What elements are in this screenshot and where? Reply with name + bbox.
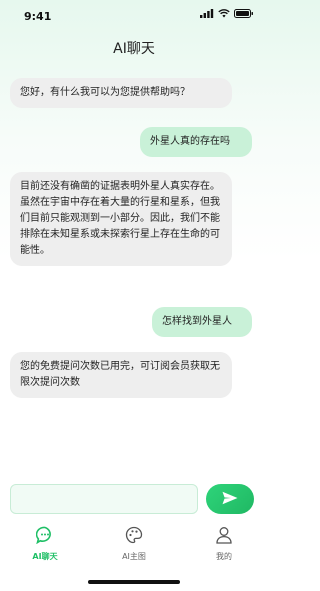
tab-ai-image[interactable]: AI主图 [104, 526, 164, 562]
ai-message: 您的免费提问次数已用完，可订阅会员获取无限次提问次数 [10, 352, 232, 398]
tab-ai-chat[interactable]: AI聊天 [15, 526, 75, 562]
wifi-icon [218, 9, 230, 18]
message-input[interactable] [10, 484, 198, 514]
home-indicator [88, 580, 180, 584]
status-time: 9:41 [24, 10, 52, 23]
user-message: 怎样找到外星人 [152, 307, 252, 337]
status-bar: 9:41 [0, 0, 268, 32]
tab-label: AI主图 [122, 552, 146, 561]
status-icons [200, 9, 254, 18]
send-button[interactable] [206, 484, 254, 514]
send-icon [222, 490, 238, 509]
palette-icon [125, 526, 143, 548]
user-message: 外星人真的存在吗 [140, 127, 252, 157]
ai-message: 您好，有什么我可以为您提供帮助吗？ [10, 78, 232, 108]
tab-label: 我的 [216, 552, 232, 561]
user-icon [215, 526, 233, 548]
ai-message: 目前还没有确凿的证据表明外星人真实存在。虽然在宇宙中存在着大量的行星和星系，但我… [10, 172, 232, 266]
tab-label: AI聊天 [32, 552, 58, 561]
battery-icon [234, 9, 254, 18]
tab-bar: AI聊天 AI主图 我的 [0, 526, 268, 570]
tab-profile[interactable]: 我的 [194, 526, 254, 562]
chat-bubble-icon [35, 526, 54, 548]
page-title: AI聊天 [113, 41, 155, 57]
cellular-signal-icon [200, 9, 214, 18]
